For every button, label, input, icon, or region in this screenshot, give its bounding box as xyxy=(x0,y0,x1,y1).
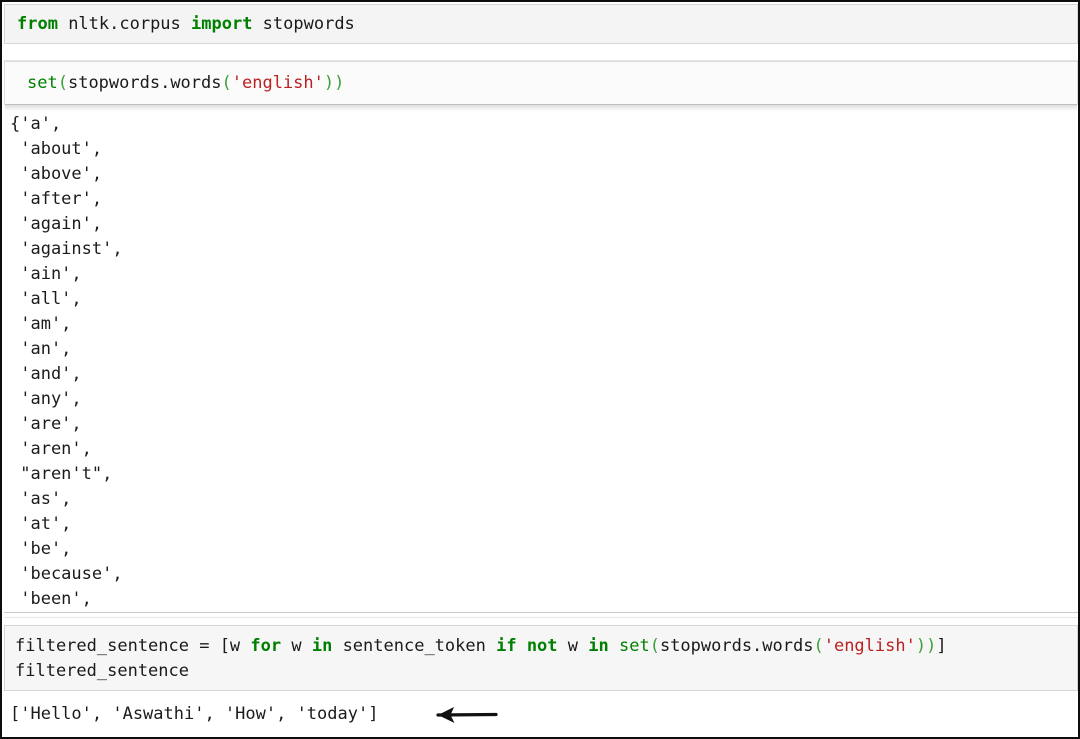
iterable-name: sentence_token xyxy=(332,636,497,656)
filtered-sentence-output: ['Hello', 'Aswathi', 'How', 'today'] xyxy=(10,704,379,724)
keyword-from: from xyxy=(17,14,58,34)
output-line: 'any', xyxy=(10,389,82,409)
output-line: 'be', xyxy=(10,539,72,559)
code-cell-import[interactable]: from nltk.corpus import stopwords xyxy=(4,4,1078,44)
keyword-if: if xyxy=(496,636,517,656)
output-line: "aren't", xyxy=(10,464,113,484)
inner-close-paren: ) xyxy=(915,636,927,656)
cell-separator xyxy=(4,612,1078,618)
left-arrow-icon xyxy=(436,707,498,723)
code-line-filter-echo: filtered_sentence xyxy=(15,661,189,681)
output-line: 'above', xyxy=(10,164,103,184)
output-line: 'because', xyxy=(10,564,123,584)
code-cell-filter[interactable]: filtered_sentence = [w for w in sentence… xyxy=(4,625,1078,691)
output-line: 'against', xyxy=(10,239,123,259)
string-english: 'english' xyxy=(823,636,916,656)
output-line: 'after', xyxy=(10,189,103,209)
loop-var-2: w xyxy=(557,636,589,656)
output-line: 'ain', xyxy=(10,264,82,284)
imported-name: stopwords xyxy=(252,14,355,34)
assignment-lhs: filtered_sentence = [w xyxy=(15,636,251,656)
inner-open-paren: ( xyxy=(221,73,232,93)
output-line: 'again', xyxy=(10,214,103,234)
loop-var: w xyxy=(281,636,312,656)
output-line: 'aren', xyxy=(10,439,92,459)
module-path: nltk.corpus xyxy=(57,14,192,34)
output-line: 'all', xyxy=(10,289,82,309)
output-line: 'are', xyxy=(10,414,82,434)
inner-close-paren: ) xyxy=(323,73,335,93)
output-line: 'at', xyxy=(10,514,72,534)
open-paren: ( xyxy=(57,73,68,93)
output-line: {'a', xyxy=(10,114,62,134)
string-english: 'english' xyxy=(231,73,324,93)
keyword-in-2: in xyxy=(588,636,609,656)
builtin-set: set xyxy=(27,73,58,93)
output-line: 'as', xyxy=(10,489,72,509)
keyword-not: not xyxy=(516,636,558,656)
keyword-for: for xyxy=(250,636,282,656)
code-line-set: set(stopwords.words('english')) xyxy=(5,62,1077,96)
code-cell-set[interactable]: set(stopwords.words('english')) xyxy=(4,61,1078,111)
output-area-filtered: ['Hello', 'Aswathi', 'How', 'today'] xyxy=(4,695,1078,737)
close-paren: ) xyxy=(334,73,345,93)
keyword-import: import xyxy=(191,14,253,34)
output-line: 'about', xyxy=(10,139,103,159)
close-bracket: ] xyxy=(936,636,947,656)
code-line-filter: filtered_sentence = [w for w in sentence… xyxy=(5,626,1077,659)
expression-stopwords-words: stopwords.words xyxy=(659,636,814,656)
builtin-set: set xyxy=(608,636,650,656)
output-line: 'am', xyxy=(10,314,72,334)
output-line: 'and', xyxy=(10,364,82,384)
notebook-screenshot: from nltk.corpus import stopwords set(st… xyxy=(0,0,1080,739)
cell-gap xyxy=(4,44,1078,61)
keyword-in-1: in xyxy=(311,636,333,656)
close-paren: ) xyxy=(926,636,937,656)
output-area-stopwords: {'a', 'about', 'above', 'after', 'again'… xyxy=(4,112,1078,610)
code-line-import: from nltk.corpus import stopwords xyxy=(5,5,1077,37)
output-line: 'been', xyxy=(10,589,92,609)
output-line: 'an', xyxy=(10,339,72,359)
inner-open-paren: ( xyxy=(813,636,824,656)
open-paren: ( xyxy=(649,636,660,656)
expression-stopwords-words: stopwords.words xyxy=(67,73,222,93)
